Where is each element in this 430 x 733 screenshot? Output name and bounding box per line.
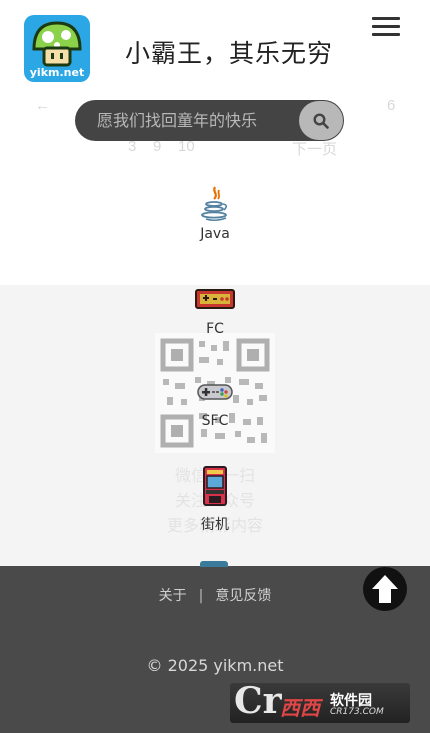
feedback-link[interactable]: 意见反馈 (215, 588, 271, 604)
category-label: SFC (201, 413, 229, 429)
category-sfc[interactable]: SFC (165, 383, 265, 429)
page: ← 6 3 9 10 下一页 yikm.net 小霸王，其乐无穷 愿我们找回童年… (0, 0, 430, 733)
next-page-link: 下一页 (292, 141, 338, 158)
watermark-logo: Cr 西西 软件园 CR173.COM (230, 683, 410, 723)
header: yikm.net 小霸王，其乐无穷 (0, 0, 430, 100)
watermark-domain: CR173.COM (330, 707, 384, 717)
site-slogan: 小霸王，其乐无穷 (125, 39, 334, 68)
arcade-cabinet-icon (203, 466, 227, 506)
java-icon (201, 186, 228, 222)
logo-text: yikm.net (29, 66, 85, 79)
category-java[interactable]: Java (165, 186, 265, 242)
next-category-icon (200, 561, 228, 567)
footer-separator: | (198, 588, 204, 604)
menu-button[interactable] (372, 17, 400, 39)
category-label: 街机 (201, 517, 229, 533)
category-fc[interactable]: FC (165, 289, 265, 337)
watermark-name: 西西 (280, 696, 320, 720)
site-logo[interactable]: yikm.net (24, 15, 90, 82)
watermark-cr: Cr (234, 683, 282, 722)
search-icon (313, 113, 329, 129)
copyright: © 2025 yikm.net (146, 656, 284, 675)
category-label: Java (200, 226, 230, 242)
back-to-top-button[interactable] (363, 567, 407, 611)
search-input[interactable] (97, 100, 297, 141)
about-link[interactable]: 关于 (159, 588, 187, 604)
search-bar (75, 100, 344, 141)
arrow-up-icon (372, 575, 398, 603)
hamburger-icon (372, 17, 400, 20)
search-button[interactable] (299, 101, 343, 140)
sfc-gamepad-icon (197, 384, 233, 400)
category-arcade[interactable]: 街机 (165, 466, 265, 534)
category-label: FC (206, 321, 224, 337)
fc-console-icon (195, 289, 235, 309)
